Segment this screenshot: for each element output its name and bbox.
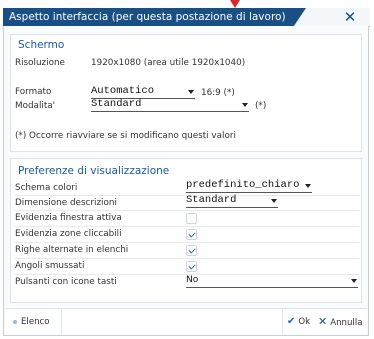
mode-select-value: Standard bbox=[91, 98, 142, 110]
window-indicator-arrow bbox=[230, 0, 240, 8]
color-scheme-label: Schema colori bbox=[15, 183, 78, 193]
desc-size-label: Dimensione descrizioni bbox=[15, 198, 117, 208]
ok-button[interactable]: ✔ Ok bbox=[287, 313, 310, 331]
clickable-zones-label: Evidenzia zone cliccabili bbox=[15, 229, 122, 239]
dialog-window: Schermo Risoluzione 1920x1080 (area util… bbox=[3, 26, 369, 336]
mode-select[interactable]: Standard bbox=[91, 98, 249, 112]
rounded-corners-checkbox[interactable] bbox=[186, 261, 197, 272]
active-window-label: Evidenzia finestra attiva bbox=[15, 213, 122, 223]
chevron-down-icon bbox=[351, 279, 357, 283]
chevron-down-icon bbox=[188, 90, 194, 94]
chevron-down-icon bbox=[305, 184, 311, 188]
list-button[interactable]: Elenco bbox=[13, 313, 50, 331]
close-icon: ✕ bbox=[318, 315, 328, 328]
screen-section: Schermo Risoluzione 1920x1080 (area util… bbox=[10, 34, 362, 152]
screen-section-title: Schermo bbox=[18, 39, 65, 51]
prefs-section-title: Preferenze di visualizzazione bbox=[18, 165, 170, 177]
chevron-down-icon bbox=[271, 199, 277, 203]
prefs-section: Preferenze di visualizzazione Schema col… bbox=[10, 158, 362, 303]
chevron-down-icon bbox=[242, 103, 248, 107]
checkmark-icon: ✔ bbox=[287, 316, 296, 327]
cancel-button[interactable]: ✕ Annulla bbox=[318, 313, 362, 331]
key-icons-label: Pulsanti con icone tasti bbox=[15, 277, 117, 287]
rounded-corners-label: Angoli smussati bbox=[15, 261, 85, 271]
resolution-value: 1920x1080 (area utile 1920x1040) bbox=[91, 58, 246, 68]
mode-label: Modalita' bbox=[15, 101, 56, 111]
alternate-rows-label: Righe alternate in elenchi bbox=[15, 245, 129, 255]
bullet-icon bbox=[13, 319, 17, 324]
color-scheme-select[interactable]: predefinito_chiaro bbox=[186, 179, 312, 193]
key-icons-select-value: No bbox=[186, 275, 199, 285]
key-icons-select[interactable]: No bbox=[186, 275, 358, 288]
mode-note: (*) bbox=[255, 101, 267, 111]
alternate-rows-checkbox[interactable] bbox=[186, 245, 197, 256]
restart-note: (*) Occorre riavviare se si modificano q… bbox=[15, 131, 236, 141]
close-icon[interactable]: ✕ bbox=[342, 9, 358, 25]
dialog-footer: Elenco ✔ Ok ✕ Annulla bbox=[5, 308, 367, 335]
format-label: Formato bbox=[15, 87, 52, 97]
window-title: Aspetto interfaccia (per questa postazio… bbox=[3, 8, 306, 26]
resolution-label: Risoluzione bbox=[15, 58, 65, 68]
desc-size-select[interactable]: Standard bbox=[186, 194, 278, 208]
clickable-zones-checkbox[interactable] bbox=[186, 229, 197, 240]
format-select-value: Automatico bbox=[91, 85, 155, 97]
active-window-checkbox[interactable] bbox=[186, 213, 197, 224]
ok-button-label: Ok bbox=[298, 317, 311, 327]
list-button-label: Elenco bbox=[21, 317, 50, 327]
color-scheme-select-value: predefinito_chiaro bbox=[186, 179, 300, 191]
cancel-button-label: Annulla bbox=[330, 318, 363, 328]
title-bar: Aspetto interfaccia (per questa postazio… bbox=[3, 8, 370, 27]
format-ratio: 16:9 (*) bbox=[201, 88, 235, 98]
desc-size-select-value: Standard bbox=[186, 194, 237, 206]
